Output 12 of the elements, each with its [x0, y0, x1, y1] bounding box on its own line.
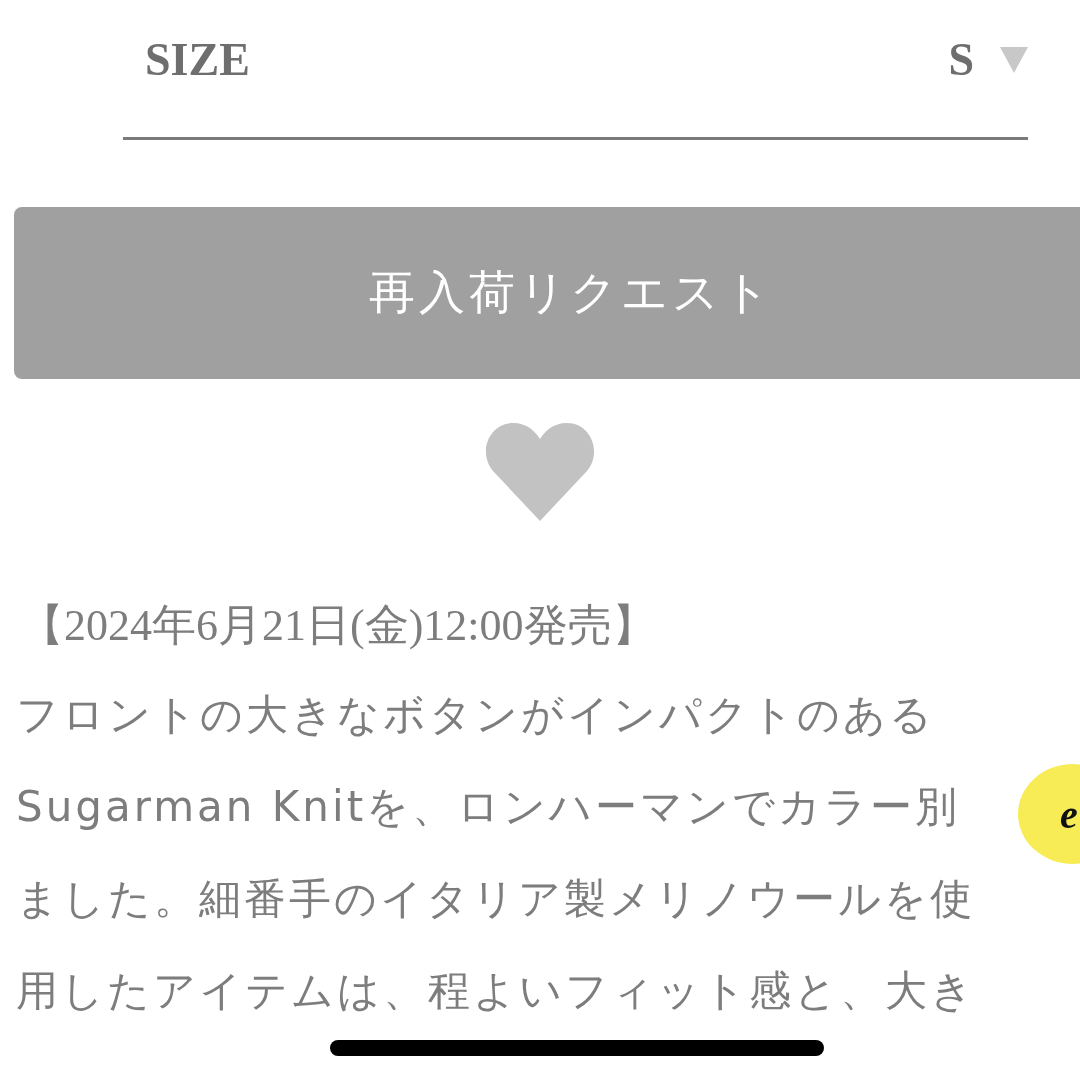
description-text: Sugarman Knitを、ロンハーマンでカラー別: [15, 781, 961, 833]
size-value: S: [948, 33, 974, 86]
description-text: 用したアイテムは、程よいフィット感と、大き: [15, 965, 976, 1017]
caret-icon: [1000, 46, 1028, 73]
description-text: ました。細番手のイタリア製メリノウールを使: [15, 873, 975, 925]
restock-request-button[interactable]: 再入荷リクエスト: [14, 207, 1080, 379]
heart-icon[interactable]: [485, 421, 595, 521]
description-text: フロントの大きなボタンがインパクトのある: [15, 689, 935, 741]
release-date-text: 【2024年6月21日(金)12:00発売】: [19, 601, 656, 651]
size-dropdown[interactable]: SIZE S: [123, 0, 1028, 140]
floating-badge[interactable]: e: [1018, 764, 1080, 864]
size-label: SIZE: [144, 33, 250, 86]
